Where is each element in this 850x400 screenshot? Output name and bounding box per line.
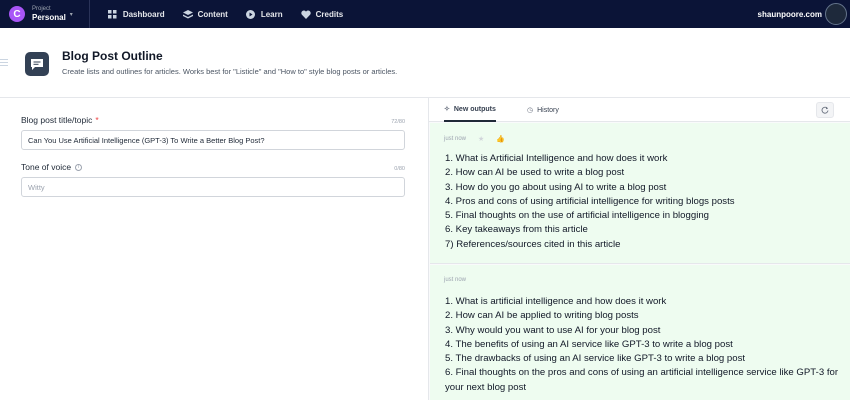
page-header: Blog Post Outline Create lists and outli… xyxy=(0,28,850,98)
project-switcher[interactable]: Project Personal xyxy=(32,6,66,22)
refresh-icon xyxy=(821,106,829,114)
output-timestamp: just now xyxy=(444,277,467,283)
output-card: just now ★ 👍 1. What is Artificial Intel… xyxy=(430,123,850,264)
chat-list-icon xyxy=(25,52,49,76)
tab-history[interactable]: ◷ History xyxy=(527,98,559,122)
menu-icon[interactable] xyxy=(0,59,8,68)
list-item: 3. How do you go about using AI to write… xyxy=(445,181,667,193)
project-name: Personal xyxy=(32,13,66,22)
project-label: Project xyxy=(32,6,51,12)
thumbs-up-icon[interactable]: 👍 xyxy=(496,135,505,143)
refresh-button[interactable] xyxy=(816,102,834,118)
star-icon[interactable]: ★ xyxy=(478,135,484,143)
heart-icon xyxy=(300,9,311,19)
outputs-tabs: ✧ New outputs ◷ History xyxy=(429,98,850,122)
list-item: 2. How can AI be applied to writing blog… xyxy=(445,310,639,322)
info-icon[interactable]: i xyxy=(75,164,83,172)
list-item: 5. Final thoughts on the use of artifici… xyxy=(445,210,709,222)
output-meta: just now xyxy=(444,277,466,283)
list-item: 3. Why would you want to use AI for your… xyxy=(445,324,661,336)
user-name[interactable]: shaunpoore.com xyxy=(758,0,822,28)
topic-char-counter: 72/80 xyxy=(391,119,405,125)
chevron-down-icon[interactable]: ▾ xyxy=(70,11,73,18)
app-logo[interactable]: C xyxy=(9,6,25,22)
list-item: 4. Pros and cons of using artificial int… xyxy=(445,195,735,207)
stack-icon xyxy=(182,9,193,19)
nav-item-label: Credits xyxy=(315,9,344,19)
output-timestamp: just now xyxy=(444,136,467,142)
input-form: Blog post title/topic* 72/80 Tone of voi… xyxy=(0,98,428,400)
nav-item-credits[interactable]: Credits xyxy=(300,9,344,19)
list-item: 4. The benefits of using an AI service l… xyxy=(445,338,733,350)
nav-divider xyxy=(88,0,90,28)
tone-label: Tone of voice i xyxy=(21,162,83,172)
nav-item-label: Content xyxy=(197,9,228,19)
tone-label-text: Tone of voice xyxy=(21,162,72,172)
avatar[interactable] xyxy=(825,3,847,25)
topic-label: Blog post title/topic * xyxy=(21,115,99,125)
grid-icon xyxy=(108,9,118,19)
nav-item-dashboard[interactable]: Dashboard xyxy=(108,9,165,19)
sparkle-icon: ✧ xyxy=(444,106,450,113)
list-item: 5. The drawbacks of using an AI service … xyxy=(445,353,746,365)
list-item: 1. What is Artificial Intelligence and h… xyxy=(445,153,668,164)
output-card: just now 1. What is artificial intellige… xyxy=(430,265,850,400)
tone-char-counter: 0/80 xyxy=(394,166,405,172)
nav-item-label: Dashboard xyxy=(122,9,165,19)
topic-label-text: Blog post title/topic xyxy=(21,115,93,125)
topic-input[interactable] xyxy=(21,130,405,150)
outputs-panel: ✧ New outputs ◷ History just now ★ 👍 1. … xyxy=(428,98,850,400)
clock-icon: ◷ xyxy=(527,107,534,114)
list-item: 2. How can AI be used to write a blog po… xyxy=(445,167,625,179)
play-icon xyxy=(246,9,256,19)
page-title: Blog Post Outline xyxy=(62,49,163,63)
output-list[interactable]: 1. What is Artificial Intelligence and h… xyxy=(445,152,735,252)
required-mark: * xyxy=(95,115,99,125)
tone-input[interactable] xyxy=(21,177,405,197)
output-meta: just now ★ 👍 xyxy=(444,135,505,143)
tab-label: New outputs xyxy=(453,105,496,113)
nav-item-content[interactable]: Content xyxy=(182,9,228,19)
nav-item-learn[interactable]: Learn xyxy=(246,9,283,19)
tab-new-outputs[interactable]: ✧ New outputs xyxy=(444,98,496,122)
list-item: 1. What is artificial intelligence and h… xyxy=(445,296,667,307)
logo-letter: C xyxy=(13,8,21,20)
output-list[interactable]: 1. What is artificial intelligence and h… xyxy=(445,295,843,395)
list-item: 7) References/sources cited in this arti… xyxy=(445,238,621,250)
tab-label: History xyxy=(537,106,559,114)
list-item: 6. Final thoughts on the pros and cons o… xyxy=(445,367,839,393)
list-item: 6. Key takeaways from this article xyxy=(445,224,588,236)
top-navbar: C Project Personal ▾ Dashboard Content L… xyxy=(0,0,850,28)
page-subtitle: Create lists and outlines for articles. … xyxy=(62,67,398,76)
nav-item-label: Learn xyxy=(260,9,283,19)
